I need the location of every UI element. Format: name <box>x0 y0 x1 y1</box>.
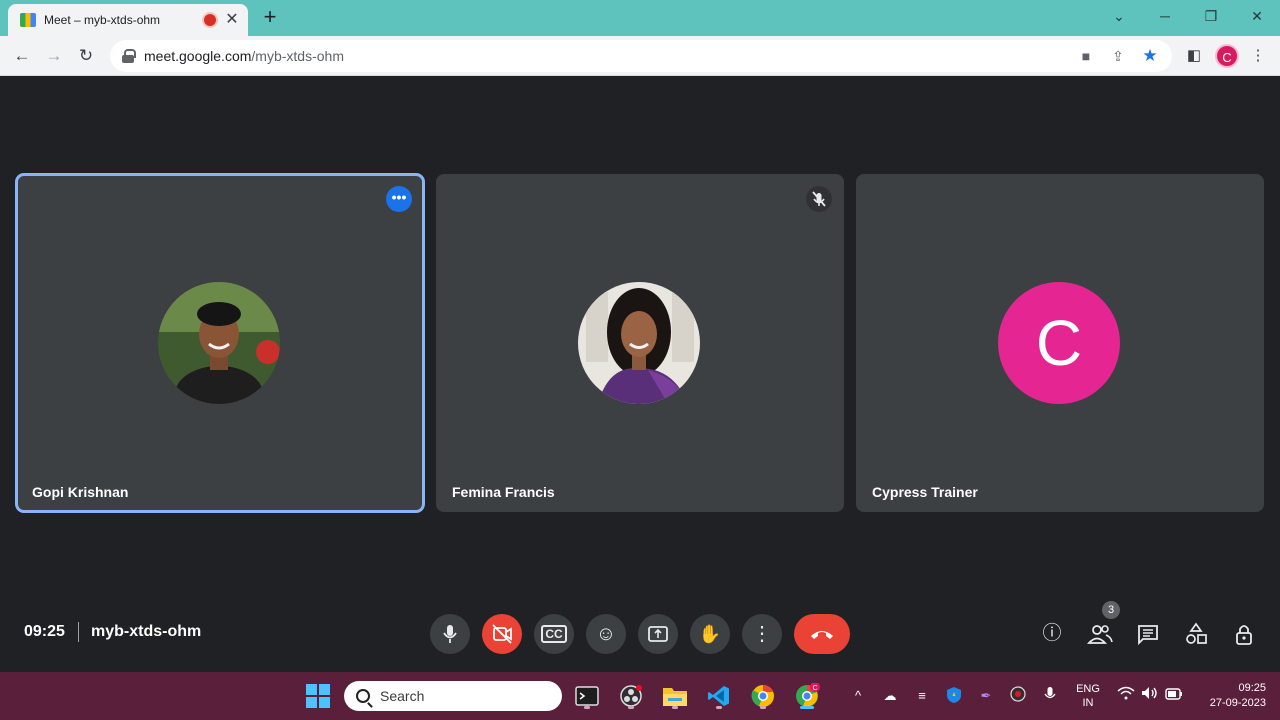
activities-icon[interactable] <box>1180 618 1212 650</box>
new-tab-button[interactable]: + <box>258 6 282 30</box>
reload-icon[interactable]: ↻ <box>74 44 98 68</box>
avatar <box>158 282 280 404</box>
meeting-info-icon[interactable]: ⓘ <box>1036 618 1068 650</box>
forward-icon[interactable]: → <box>42 44 66 68</box>
bookmark-star-icon[interactable]: ★ <box>1138 44 1162 68</box>
close-window-button[interactable]: ✕ <box>1234 2 1280 30</box>
file-explorer-icon[interactable] <box>659 680 691 712</box>
wifi-icon[interactable] <box>1116 686 1136 706</box>
search-icon <box>356 689 370 703</box>
restore-button[interactable]: ❐ <box>1188 2 1234 30</box>
battery-icon[interactable] <box>1164 686 1184 706</box>
participant-count-badge: 3 <box>1102 601 1120 619</box>
avatar: C <box>998 282 1120 404</box>
profile-avatar[interactable]: C <box>1215 44 1239 68</box>
volume-icon[interactable] <box>1140 686 1160 706</box>
windows-taskbar: Search C ^ ☁ ≡ ✒ ENG IN 09:25 27-09-2023 <box>0 672 1280 720</box>
tab-search-icon[interactable]: ⌄ <box>1096 2 1142 30</box>
more-options-button[interactable]: ⋮ <box>742 614 782 654</box>
recording-indicator-icon <box>204 14 216 26</box>
browser-menu-icon[interactable]: ⋮ <box>1246 44 1270 68</box>
closed-captions-icon: CC <box>541 625 567 643</box>
participant-tile[interactable]: C Cypress Trainer <box>856 174 1264 512</box>
search-label: Search <box>380 688 425 704</box>
camera-in-use-icon[interactable]: ■ <box>1074 44 1098 68</box>
share-icon[interactable]: ⇪ <box>1106 44 1130 68</box>
tab-title: Meet – myb-xtds-ohm <box>44 13 161 27</box>
back-icon[interactable]: ← <box>10 44 34 68</box>
browser-tab[interactable]: Meet – myb-xtds-ohm ✕ <box>8 4 248 36</box>
host-controls-icon[interactable] <box>1228 618 1260 650</box>
onedrive-icon[interactable]: ☁ <box>880 686 900 706</box>
leave-call-button[interactable] <box>794 614 850 654</box>
divider <box>78 622 79 642</box>
running-indicator <box>628 706 634 709</box>
browser-tabstrip: Meet – myb-xtds-ohm ✕ + ⌄ ─ ❐ ✕ <box>0 0 1280 36</box>
participant-tile[interactable]: ••• Gopi Krishnan <box>15 173 425 513</box>
side-panel-icon[interactable]: ◧ <box>1182 44 1206 68</box>
present-screen-button[interactable] <box>638 614 678 654</box>
security-icon[interactable] <box>944 686 964 706</box>
running-indicator <box>672 706 678 709</box>
url-text[interactable]: meet.google.com/myb-xtds-ohm <box>144 48 1066 64</box>
system-time: 09:25 <box>1238 682 1266 694</box>
active-indicator <box>800 706 814 709</box>
address-bar[interactable]: meet.google.com/myb-xtds-ohm ■ ⇪ ★ <box>110 40 1172 72</box>
more-options-icon[interactable]: ••• <box>386 186 412 212</box>
mic-off-icon <box>806 186 832 212</box>
chevron-up-icon[interactable]: ^ <box>848 686 868 706</box>
avatar <box>578 282 700 404</box>
windows-logo-icon <box>306 684 330 708</box>
obs-app-icon[interactable] <box>615 680 647 712</box>
language-code: ENG <box>1076 683 1100 695</box>
minimize-button[interactable]: ─ <box>1142 2 1188 30</box>
chat-icon[interactable] <box>1132 618 1164 650</box>
chrome-app-icon[interactable]: C <box>791 680 823 712</box>
input-language-indicator[interactable]: ENG IN <box>1074 682 1102 710</box>
running-indicator <box>584 706 590 709</box>
lock-icon[interactable] <box>122 49 136 63</box>
taskbar-search[interactable]: Search <box>344 681 562 711</box>
chrome-canary-icon[interactable] <box>747 680 779 712</box>
meet-favicon-icon <box>20 13 36 27</box>
system-clock[interactable]: 09:25 27-09-2023 <box>1196 681 1266 711</box>
raise-hand-button[interactable]: ✋ <box>690 614 730 654</box>
recording-tray-icon[interactable] <box>1008 686 1028 706</box>
people-icon[interactable] <box>1084 618 1116 650</box>
microphone-button[interactable] <box>430 614 470 654</box>
start-button[interactable] <box>302 680 334 712</box>
pen-icon[interactable]: ✒ <box>976 686 996 706</box>
region-code: IN <box>1082 697 1094 709</box>
running-indicator <box>716 706 722 709</box>
participant-name: Gopi Krishnan <box>32 484 129 500</box>
participant-name: Cypress Trainer <box>872 484 978 500</box>
reactions-button[interactable]: ☺ <box>586 614 626 654</box>
captions-button[interactable]: CC <box>534 614 574 654</box>
meeting-controls-bar: 09:25 myb-xtds-ohm CC ☺ ✋ ⋮ ⓘ 3 <box>0 598 1280 668</box>
participant-name: Femina Francis <box>452 484 555 500</box>
svg-text:C: C <box>812 685 817 692</box>
camera-off-button[interactable] <box>482 614 522 654</box>
close-tab-icon[interactable]: ✕ <box>224 12 240 28</box>
browser-toolbar: ← → ↻ meet.google.com/myb-xtds-ohm ■ ⇪ ★… <box>0 36 1280 76</box>
meeting-code: myb-xtds-ohm <box>91 623 202 640</box>
vscode-app-icon[interactable] <box>703 680 735 712</box>
microphone-tray-icon[interactable] <box>1040 686 1060 706</box>
participant-tile[interactable]: Femina Francis <box>436 174 844 512</box>
terminal-app-icon[interactable] <box>571 680 603 712</box>
running-indicator <box>760 706 766 709</box>
language-bar-icon[interactable]: ≡ <box>912 686 932 706</box>
system-date: 27-09-2023 <box>1209 697 1266 709</box>
meeting-clock: 09:25 <box>24 623 65 640</box>
